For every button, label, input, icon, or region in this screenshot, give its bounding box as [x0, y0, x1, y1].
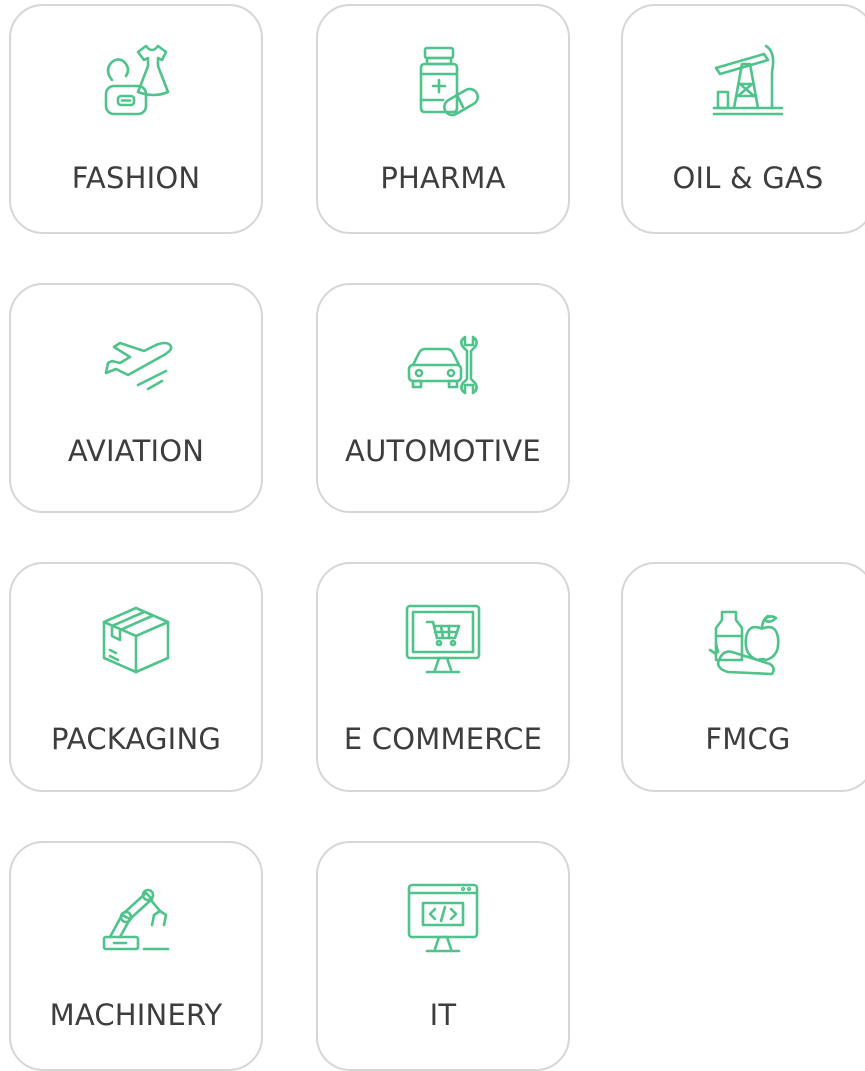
industry-label: PACKAGING: [50, 722, 222, 756]
machinery-icon: [88, 871, 184, 967]
industry-label: AVIATION: [67, 434, 205, 468]
ecommerce-icon: [395, 592, 491, 688]
industry-label: PHARMA: [380, 161, 506, 195]
industry-card-fashion[interactable]: FASHION: [9, 4, 263, 234]
industry-label: FMCG: [705, 722, 791, 756]
industry-card-pharma[interactable]: PHARMA: [316, 4, 570, 234]
fashion-icon: [88, 34, 184, 130]
industry-card-automotive[interactable]: AUTOMOTIVE: [316, 283, 570, 513]
industry-label: E COMMERCE: [343, 722, 543, 756]
industry-label: AUTOMOTIVE: [345, 434, 541, 468]
fmcg-icon: [700, 592, 796, 688]
it-icon: [395, 871, 491, 967]
industry-card-packaging[interactable]: PACKAGING: [9, 562, 263, 792]
pharma-icon: [395, 34, 491, 130]
industry-label: OIL & GAS: [672, 161, 824, 195]
aviation-icon: [88, 313, 184, 409]
industry-card-aviation[interactable]: AVIATION: [9, 283, 263, 513]
industry-card-fmcg[interactable]: FMCG: [621, 562, 865, 792]
oil-gas-icon: [700, 34, 796, 130]
automotive-icon: [395, 313, 491, 409]
industry-label: IT: [429, 998, 457, 1032]
industry-card-machinery[interactable]: MACHINERY: [9, 841, 263, 1071]
packaging-icon: [88, 592, 184, 688]
industry-card-it[interactable]: IT: [316, 841, 570, 1071]
industry-card-ecommerce[interactable]: E COMMERCE: [316, 562, 570, 792]
industry-label: FASHION: [71, 161, 201, 195]
industry-card-oil-gas[interactable]: OIL & GAS: [621, 4, 865, 234]
industry-label: MACHINERY: [49, 998, 223, 1032]
